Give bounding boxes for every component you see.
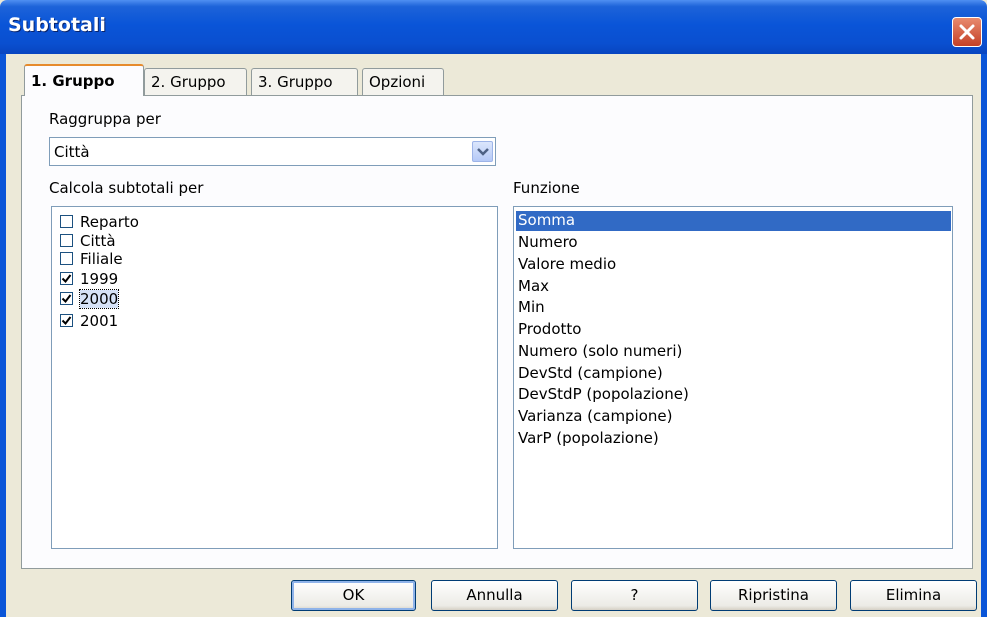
function-item-varp-popolazione[interactable]: VarP (popolazione) xyxy=(516,429,951,449)
function-item-devstdp-popolazione[interactable]: DevStdP (popolazione) xyxy=(516,385,951,405)
cancel-button[interactable]: Annulla xyxy=(431,580,558,611)
checkbox-2001[interactable] xyxy=(60,314,73,327)
function-item-somma[interactable]: Somma xyxy=(516,211,951,231)
title-bar[interactable]: Subtotali xyxy=(0,0,987,54)
checkbox-filiale[interactable] xyxy=(60,252,73,265)
function-label: Funzione xyxy=(513,179,580,197)
subtotals-label: Calcola subtotali per xyxy=(49,179,204,197)
function-item-devstd-campione[interactable]: DevStd (campione) xyxy=(516,364,951,384)
ok-button[interactable]: OK xyxy=(291,580,416,611)
checkbox-citta[interactable] xyxy=(60,234,73,247)
group-by-dropdown-button[interactable] xyxy=(472,141,493,162)
chevron-down-icon xyxy=(477,148,489,156)
function-item-min[interactable]: Min xyxy=(516,298,951,318)
delete-button[interactable]: Elimina xyxy=(850,580,977,611)
subtotal-columns-list[interactable]: Reparto Città Filiale 1999 2000 2001 xyxy=(51,206,498,549)
tab-gruppo-1[interactable]: 1. Gruppo xyxy=(24,64,144,96)
window-border-left xyxy=(0,54,6,617)
checkbox-2000[interactable] xyxy=(60,292,73,305)
subtotals-dialog: Subtotali 1. Gruppo 2. Gruppo 3. Gruppo … xyxy=(0,0,987,617)
function-item-valore-medio[interactable]: Valore medio xyxy=(516,255,951,275)
group-by-select[interactable]: Città xyxy=(49,137,496,166)
function-item-varianza-campione[interactable]: Varianza (campione) xyxy=(516,407,951,427)
function-item-prodotto[interactable]: Prodotto xyxy=(516,320,951,340)
close-icon xyxy=(959,24,975,40)
function-list[interactable]: Somma Numero Valore medio Max Min Prodot… xyxy=(513,206,953,549)
tab-gruppo-2[interactable]: 2. Gruppo xyxy=(144,68,247,95)
tab-opzioni[interactable]: Opzioni xyxy=(362,68,444,95)
group-by-value: Città xyxy=(54,143,90,161)
checkmark-icon xyxy=(61,316,72,326)
checkmark-icon xyxy=(61,294,72,304)
checkmark-icon xyxy=(61,274,72,284)
function-item-max[interactable]: Max xyxy=(516,277,951,297)
close-button[interactable] xyxy=(952,17,982,47)
function-item-numero[interactable]: Numero xyxy=(516,233,951,253)
window-border-right xyxy=(981,54,987,617)
group-by-label: Raggruppa per xyxy=(49,110,161,128)
help-button[interactable]: ? xyxy=(571,580,698,611)
reset-button[interactable]: Ripristina xyxy=(710,580,837,611)
checkbox-1999[interactable] xyxy=(60,272,73,285)
tab-gruppo-3[interactable]: 3. Gruppo xyxy=(251,68,358,95)
dialog-title: Subtotali xyxy=(8,14,106,36)
function-item-numero-solo-numeri[interactable]: Numero (solo numeri) xyxy=(516,342,951,362)
checkbox-reparto[interactable] xyxy=(60,215,73,228)
